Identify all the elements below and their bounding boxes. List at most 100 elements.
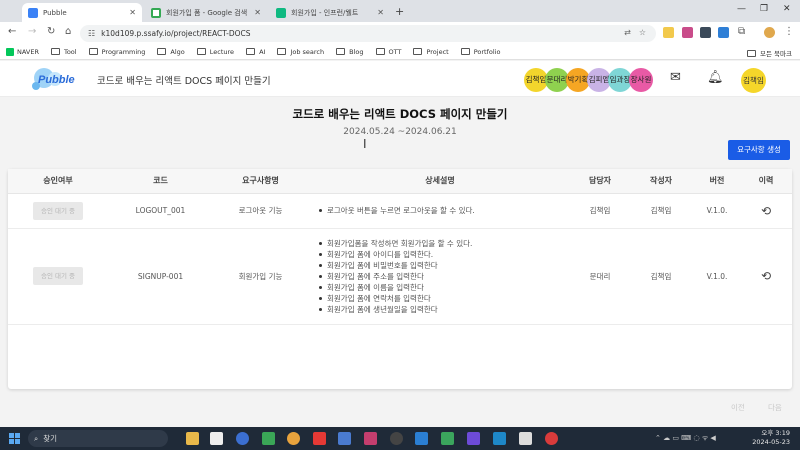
column-header: 작성자 <box>628 169 694 194</box>
folder-icon <box>246 48 256 55</box>
detail-item: 회원가입 폼에 생년월일을 입력한다 <box>318 304 572 315</box>
extension-icon[interactable] <box>682 27 693 38</box>
approval-status-button[interactable]: 승인 대기 중 <box>33 201 83 220</box>
approval-status-button[interactable]: 승인 대기 중 <box>33 267 83 285</box>
puzzle-icon[interactable]: ⧉ <box>738 26 745 37</box>
extension-icon[interactable] <box>663 27 674 38</box>
profile-avatar[interactable] <box>764 27 775 38</box>
requirement-name: 회원가입 기능 <box>213 228 308 325</box>
chrome-icon[interactable] <box>287 432 300 445</box>
chrome-icon[interactable] <box>262 432 275 445</box>
figma-icon[interactable] <box>364 432 377 445</box>
table-header: 승인여부 코드 요구사항명 상세설명 담당자 작성자 버전 이력 <box>8 169 792 194</box>
bookmark-folder[interactable]: Programming <box>88 48 145 56</box>
file-explorer-icon[interactable] <box>186 432 199 445</box>
tab-inflearn[interactable]: 회원가입 - 인프런/웰트 ✕ <box>270 3 390 22</box>
column-header: 이력 <box>740 169 792 194</box>
folder-icon <box>196 48 206 55</box>
history-icon[interactable]: ⟲ <box>761 204 771 218</box>
all-bookmarks[interactable]: 모든 북마크 <box>747 48 792 58</box>
site-info-icon[interactable]: ☷ <box>88 29 95 38</box>
user-avatar[interactable]: 김책임 <box>741 68 766 93</box>
bell-icon[interactable]: 🔔︎ <box>707 70 724 85</box>
detail-item: 회원가입 폼에 이름을 입력한다 <box>318 282 572 293</box>
tab-google-search[interactable]: 회원가입 폼 - Google 검색 ✕ <box>145 3 267 22</box>
detail-list: 로그아웃 버튼을 누르면 로그아웃을 할 수 있다. <box>318 205 572 216</box>
history-icon[interactable]: ⟲ <box>761 269 771 283</box>
menu-icon[interactable]: ⋮ <box>784 26 794 37</box>
app-icon[interactable] <box>519 432 532 445</box>
app-header: Pubble 코드로 배우는 리액트 DOCS 페이지 만들기 김책임 문대리 … <box>0 61 800 97</box>
windows-taskbar: ⌕ 찾기 ⌃ ☁ ▭ ⌨ ◌ ᯤ ◀ 오후 3:19 2024-05-23 <box>0 427 800 450</box>
author: 김책임 <box>628 228 694 325</box>
app-icon[interactable] <box>338 432 351 445</box>
taskbar-search[interactable]: ⌕ 찾기 <box>28 430 168 447</box>
folder-icon <box>277 48 287 55</box>
minimize-icon[interactable]: — <box>737 4 746 14</box>
bookmark-folder[interactable]: Algo <box>157 48 185 56</box>
folder-icon <box>747 49 757 57</box>
app-icon[interactable] <box>545 432 558 445</box>
bookmark-folder[interactable]: Job search <box>277 48 324 56</box>
bookmark-folder[interactable]: Tool <box>50 48 77 56</box>
inflearn-favicon-icon <box>276 7 286 18</box>
tab-pubble[interactable]: Pubble ✕ <box>22 3 142 22</box>
back-icon[interactable]: ← <box>8 26 16 37</box>
google-favicon-icon <box>151 7 161 18</box>
bookmark-folder[interactable]: OTT <box>375 48 401 56</box>
bookmarks-bar: NAVER Tool Programming Algo Lecture AI J… <box>0 44 800 60</box>
bookmark-naver[interactable]: NAVER <box>6 47 39 56</box>
bookmark-folder[interactable]: Blog <box>336 48 364 56</box>
home-icon[interactable]: ⌂ <box>65 26 71 37</box>
app-icon[interactable] <box>390 432 403 445</box>
reload-icon[interactable]: ↻ <box>47 26 55 37</box>
close-icon[interactable]: ✕ <box>254 8 261 17</box>
clock[interactable]: 오후 3:19 2024-05-23 <box>752 429 790 447</box>
bookmark-folder[interactable]: AI <box>246 48 265 56</box>
browser-toolbar: ← → ↻ ⌂ ☷ k10d109.p.ssafy.io/project/REA… <box>0 22 800 44</box>
folder-icon <box>157 48 167 55</box>
requirement-code: SIGNUP-001 <box>108 228 213 325</box>
bookmark-folder[interactable]: Project <box>413 48 449 56</box>
close-icon[interactable]: ✕ <box>129 8 136 17</box>
address-bar[interactable]: ☷ k10d109.p.ssafy.io/project/REACT-DOCS … <box>80 25 656 42</box>
restore-icon[interactable]: ❐ <box>760 4 768 14</box>
member-avatar[interactable]: 장사원 <box>629 68 653 92</box>
close-icon[interactable]: ✕ <box>377 8 384 17</box>
bookmark-star-icon[interactable]: ☆ <box>639 28 646 37</box>
folder-icon <box>460 48 470 55</box>
bookmark-folder[interactable]: Portfolio <box>460 48 500 56</box>
detail-item: 회원가입 폼에 연락처를 입력한다 <box>318 293 572 304</box>
pubble-logo[interactable]: Pubble <box>30 66 80 93</box>
translate-icon[interactable]: ⇄ <box>624 28 631 37</box>
detail-item: 회원가입 폼에 주소를 입력한다 <box>318 271 572 282</box>
version: V.1.0. <box>694 193 740 229</box>
next-page-button[interactable]: 다음 <box>768 402 782 413</box>
extension-icon[interactable] <box>718 27 729 38</box>
table-row[interactable]: 승인 대기 중 SIGNUP-001 회원가입 기능 회원가입폼을 작성하면 회… <box>8 228 792 325</box>
system-tray[interactable]: ⌃ ☁ ▭ ⌨ ◌ ᯤ ◀ <box>655 434 716 443</box>
url-text: k10d109.p.ssafy.io/project/REACT-DOCS <box>101 29 251 38</box>
assignee: 김책임 <box>572 193 628 229</box>
mail-icon[interactable]: ✉ <box>670 70 681 85</box>
app-icon[interactable] <box>467 432 480 445</box>
create-requirement-button[interactable]: 요구사항 생성 <box>728 140 790 160</box>
new-tab-button[interactable]: + <box>395 5 404 18</box>
requirements-table: 승인여부 코드 요구사항명 상세설명 담당자 작성자 버전 이력 승인 대기 중… <box>8 169 792 389</box>
notion-icon[interactable] <box>210 432 223 445</box>
windows-start-icon[interactable] <box>9 433 20 444</box>
app-icon[interactable] <box>236 432 249 445</box>
table-row[interactable]: 승인 대기 중 LOGOUT_001 로그아웃 기능 로그아웃 버튼을 누르면 … <box>8 193 792 229</box>
prev-page-button[interactable]: 이전 <box>731 402 745 413</box>
app-icon[interactable] <box>493 432 506 445</box>
folder-icon <box>375 48 385 55</box>
pubble-favicon-icon <box>28 7 38 18</box>
extension-icon[interactable] <box>700 27 711 38</box>
youtube-icon[interactable] <box>313 432 326 445</box>
intellij-icon[interactable] <box>441 432 454 445</box>
column-header: 상세설명 <box>308 169 572 194</box>
forward-icon[interactable]: → <box>28 26 36 37</box>
bookmark-folder[interactable]: Lecture <box>196 48 234 56</box>
close-window-icon[interactable]: ✕ <box>783 4 791 14</box>
vscode-icon[interactable] <box>415 432 428 445</box>
